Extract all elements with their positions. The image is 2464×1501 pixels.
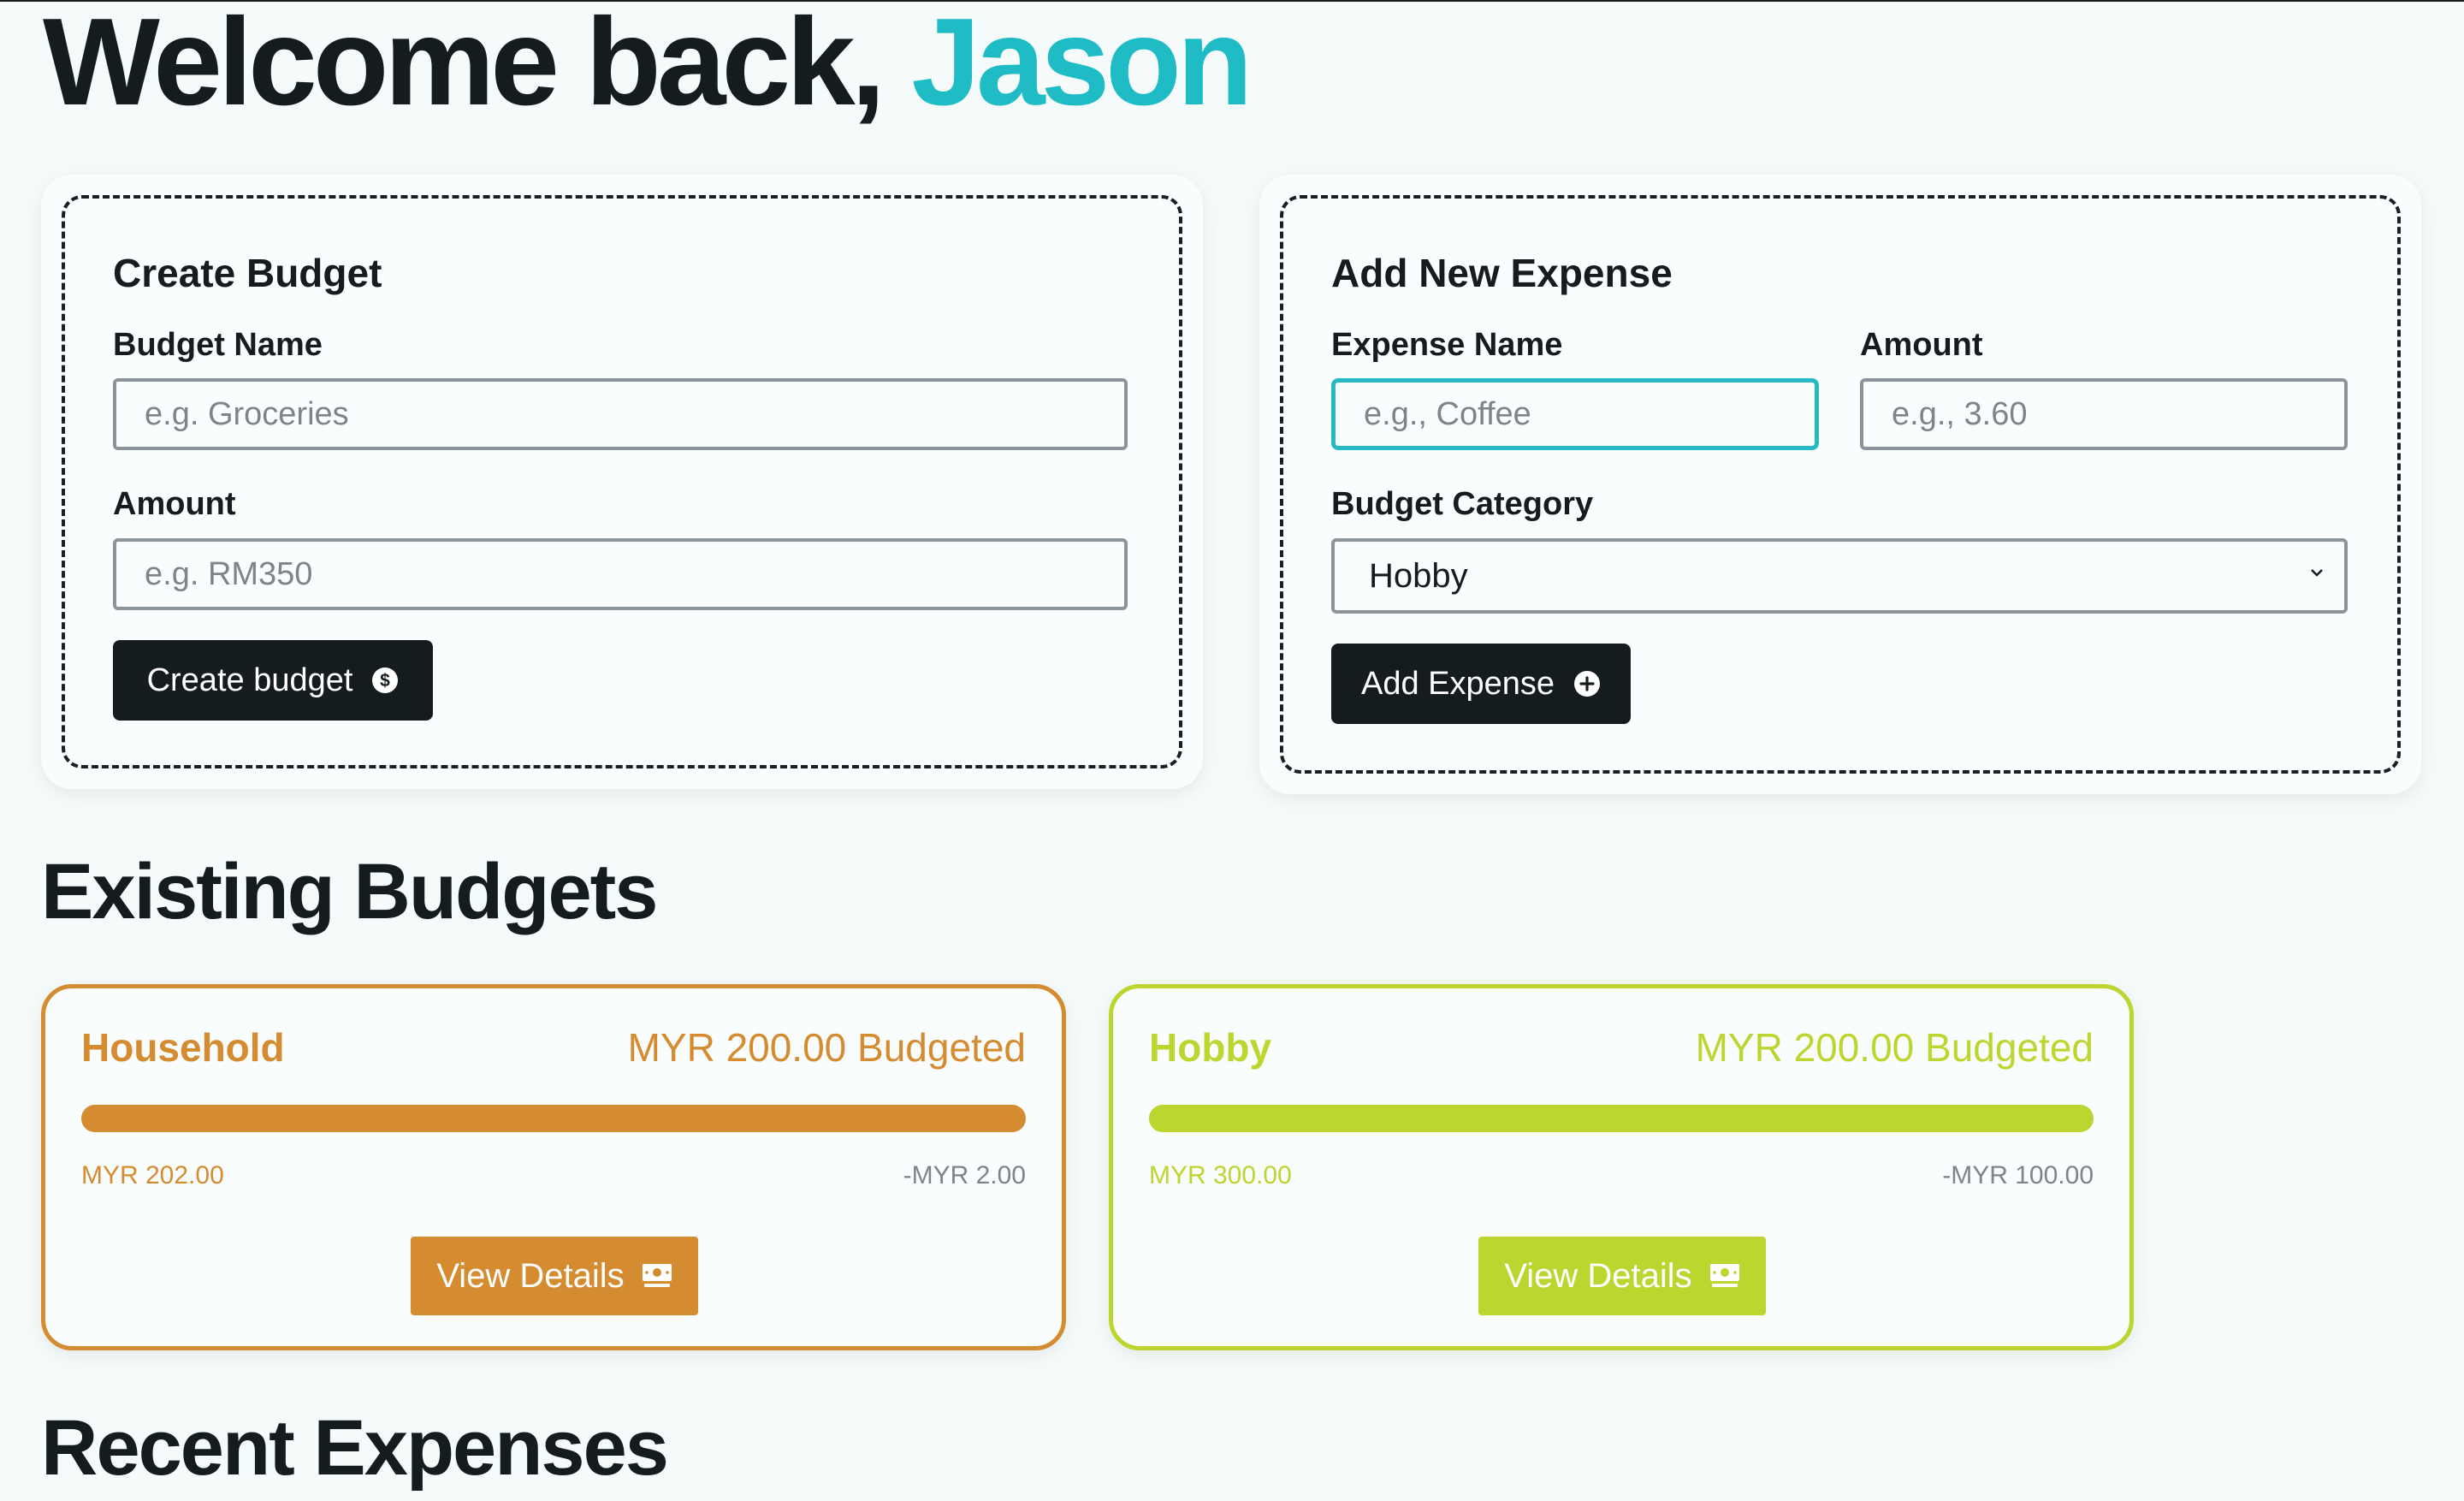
expense-name-input[interactable] — [1331, 378, 1819, 450]
budget-name: Household — [81, 1025, 285, 1070]
budget-name: Hobby — [1149, 1025, 1272, 1070]
view-details-button[interactable]: View Details — [411, 1237, 698, 1315]
budget-spent: MYR 202.00 — [81, 1161, 224, 1190]
budget-progress-fill — [81, 1105, 1026, 1132]
svg-text:$: $ — [381, 671, 391, 691]
chevron-down-icon — [2311, 569, 2323, 577]
budget-progress-bar — [81, 1105, 1026, 1132]
budget-amount: MYR 200.00 Budgeted — [627, 1025, 1026, 1070]
expense-amount-input[interactable] — [1860, 378, 2348, 450]
budget-remaining: -MYR 2.00 — [903, 1161, 1026, 1190]
budget-progress-bar — [1149, 1105, 2094, 1132]
welcome-heading: Welcome back, Jason — [43, 0, 1253, 124]
create-budget-title: Create Budget — [113, 251, 382, 295]
budget-category-select[interactable]: Hobby — [1331, 538, 2348, 614]
create-budget-card: Create Budget Budget Name Amount Create … — [41, 175, 1203, 789]
budget-card-hobby: Hobby MYR 200.00 Budgeted MYR 300.00 -MY… — [1109, 984, 2134, 1350]
add-expense-title: Add New Expense — [1331, 251, 1673, 295]
budget-progress-fill — [1149, 1105, 2094, 1132]
budget-name-label: Budget Name — [113, 327, 323, 363]
dollar-circle-icon: $ — [372, 667, 399, 693]
create-budget-button[interactable]: Create budget $ — [113, 640, 433, 721]
cash-icon — [1709, 1264, 1739, 1287]
existing-budgets-heading: Existing Budgets — [41, 848, 658, 935]
recent-expenses-heading: Recent Expenses — [41, 1404, 669, 1492]
user-name: Jason — [911, 0, 1253, 131]
budget-category-value: Hobby — [1369, 556, 1468, 595]
plus-circle-icon — [1574, 671, 1601, 697]
budget-amount-label: Amount — [113, 486, 236, 522]
view-details-button[interactable]: View Details — [1478, 1237, 1766, 1315]
view-details-label: View Details — [436, 1256, 625, 1295]
add-expense-form: Add New Expense Expense Name Amount Budg… — [1280, 195, 2401, 774]
expense-amount-label: Amount — [1860, 327, 1983, 363]
budget-card-household: Household MYR 200.00 Budgeted MYR 202.00… — [41, 984, 1066, 1350]
create-budget-button-label: Create budget — [146, 662, 353, 698]
budget-amount: MYR 200.00 Budgeted — [1695, 1025, 2094, 1070]
create-budget-form: Create Budget Budget Name Amount Create … — [62, 195, 1182, 768]
budget-spent: MYR 300.00 — [1149, 1161, 1292, 1190]
expense-name-label: Expense Name — [1331, 327, 1563, 363]
budget-remaining: -MYR 100.00 — [1942, 1161, 2094, 1190]
add-expense-button[interactable]: Add Expense — [1331, 644, 1631, 724]
budget-name-input[interactable] — [113, 378, 1128, 450]
view-details-label: View Details — [1504, 1256, 1692, 1295]
budget-category-label: Budget Category — [1331, 486, 1594, 522]
budget-amount-input[interactable] — [113, 538, 1128, 610]
add-expense-card: Add New Expense Expense Name Amount Budg… — [1259, 175, 2421, 794]
add-expense-button-label: Add Expense — [1360, 665, 1555, 702]
cash-icon — [642, 1264, 672, 1287]
